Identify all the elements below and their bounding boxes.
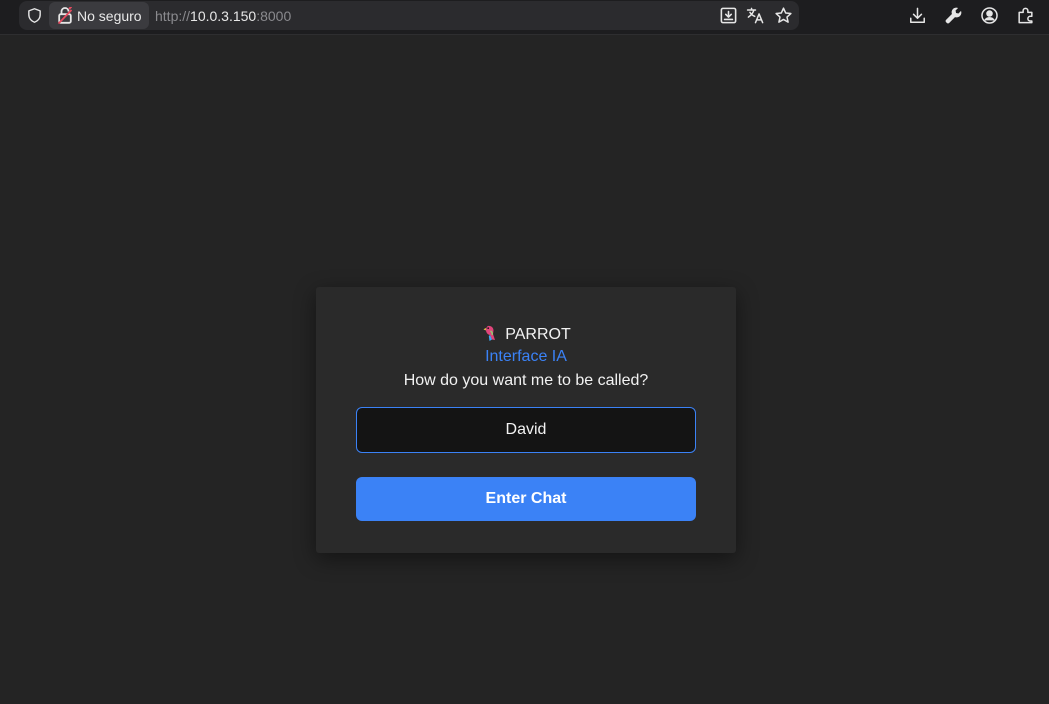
extensions-icon[interactable] [1016,6,1035,25]
app-brand: PARROT [316,324,736,344]
name-input[interactable] [356,407,696,453]
security-label: No seguro [77,8,142,24]
shield-icon[interactable] [26,7,43,24]
star-icon[interactable] [774,6,793,25]
parrot-icon [481,324,499,342]
browser-toolbar: No seguro http://10.0.3.150:8000 [0,0,1049,35]
wrench-icon[interactable] [944,6,963,25]
download-icon[interactable] [908,6,927,25]
security-indicator[interactable]: No seguro [49,2,149,29]
unlocked-lock-icon [57,5,73,25]
url-text[interactable]: http://10.0.3.150:8000 [155,8,291,24]
translate-icon[interactable] [746,6,765,25]
install-app-icon[interactable] [719,6,738,25]
url-port: :8000 [256,8,292,24]
url-protocol: http:// [155,8,191,24]
app-subtitle: Interface IA [485,348,567,365]
url-host: 10.0.3.150 [190,8,257,24]
enter-chat-button[interactable]: Enter Chat [356,477,696,521]
app-name: PARROT [505,326,571,343]
profile-icon[interactable] [980,6,999,25]
login-card: PARROT Interface IA How do you want me t… [316,287,736,553]
name-prompt: How do you want me to be called? [403,372,649,389]
